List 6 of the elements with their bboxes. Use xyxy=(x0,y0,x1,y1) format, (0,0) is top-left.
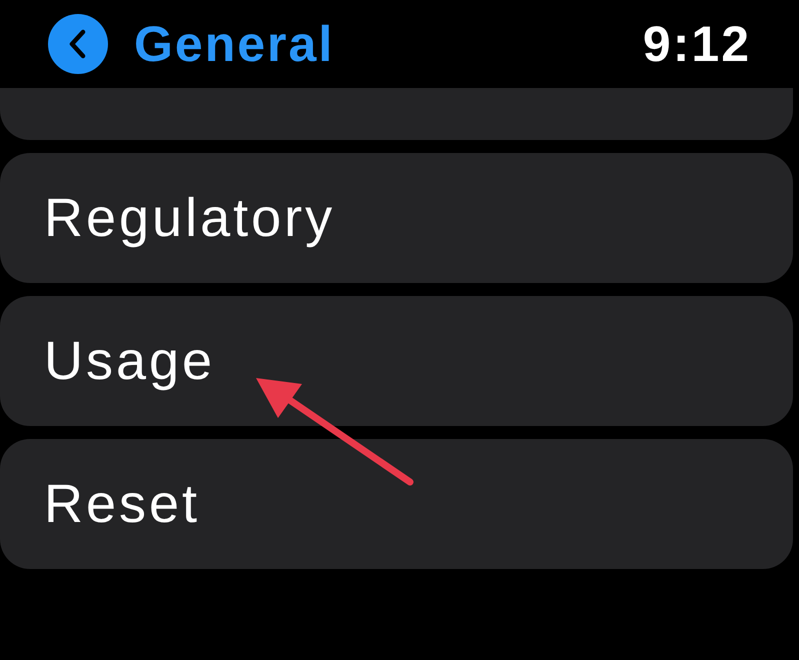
screen-title: General xyxy=(134,15,334,73)
list-item[interactable]: Reset xyxy=(0,439,793,569)
list-item[interactable]: Usage xyxy=(0,296,793,426)
list-item[interactable]: Regulatory xyxy=(0,153,793,283)
chevron-left-icon xyxy=(68,29,88,59)
clock-time: 9:12 xyxy=(642,15,751,73)
